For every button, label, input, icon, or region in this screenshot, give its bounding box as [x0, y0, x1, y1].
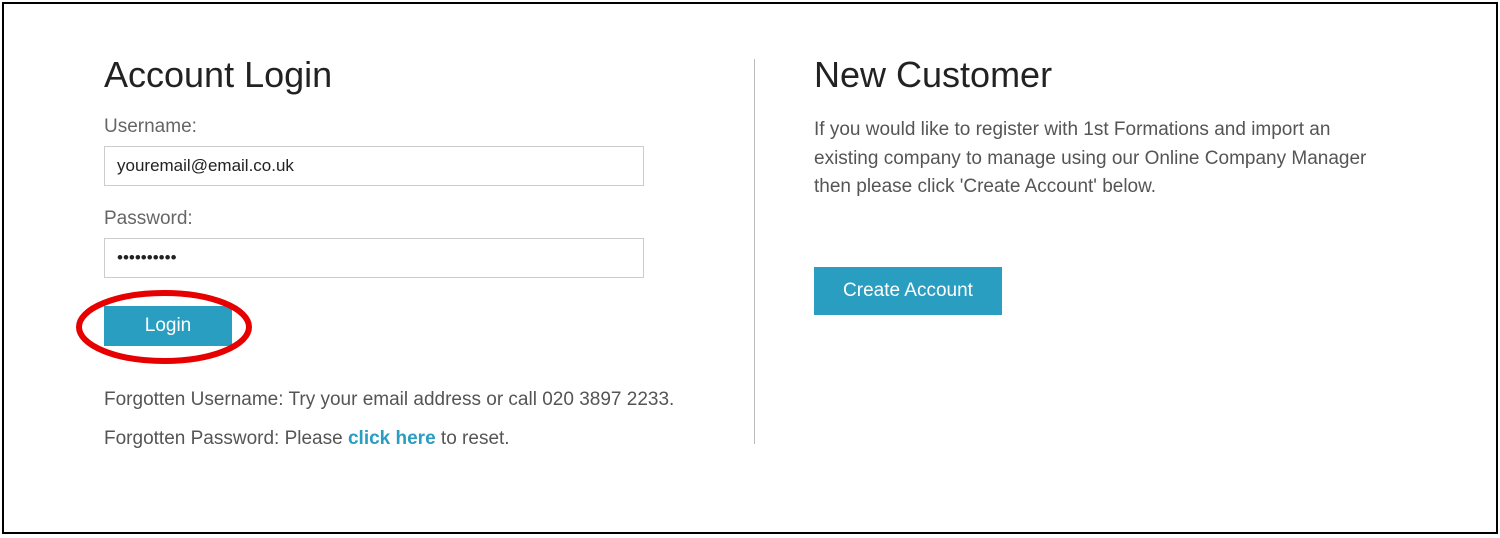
login-panel-frame: Account Login Username: Password: Login … [2, 2, 1498, 534]
login-button[interactable]: Login [104, 306, 232, 346]
forgot-password-suffix: to reset. [436, 428, 510, 449]
vertical-divider [754, 59, 755, 444]
login-heading: Account Login [104, 54, 684, 96]
account-login-section: Account Login Username: Password: Login … [104, 54, 744, 492]
username-label: Username: [104, 116, 684, 138]
new-customer-heading: New Customer [814, 54, 1396, 96]
forgot-password-link[interactable]: click here [348, 428, 436, 449]
login-button-wrap: Login [104, 306, 232, 346]
create-account-button[interactable]: Create Account [814, 267, 1002, 315]
forgot-password-text: Forgotten Password: Please click here to… [104, 425, 684, 454]
new-customer-section: New Customer If you would like to regist… [744, 54, 1396, 492]
new-customer-description: If you would like to register with 1st F… [814, 116, 1374, 202]
forgot-password-prefix: Forgotten Password: Please [104, 428, 348, 449]
password-input[interactable] [104, 238, 644, 278]
password-label: Password: [104, 208, 684, 230]
username-input[interactable] [104, 146, 644, 186]
forgot-username-text: Forgotten Username: Try your email addre… [104, 386, 684, 415]
